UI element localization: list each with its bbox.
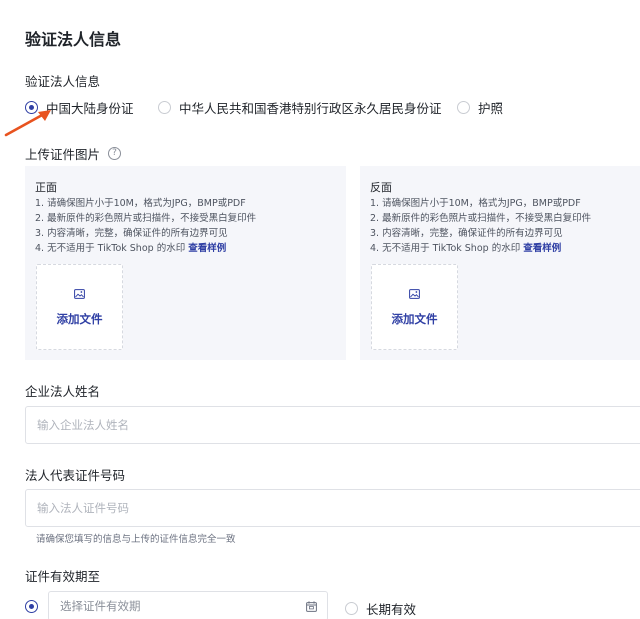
id-number-input[interactable]: 输入法人证件号码 xyxy=(25,489,640,527)
view-sample-link[interactable]: 查看样例 xyxy=(188,243,226,254)
requirement-item: 1. 请确保图片小于10M，格式为JPG，BMP或PDF xyxy=(370,198,581,209)
requirement-item: 2. 最新原件的彩色照片或扫描件，不接受黑白复印件 xyxy=(370,213,592,224)
id-type-radio-group: 中国大陆身份证 中华人民共和国香港特别行政区永久居民身份证 护照 xyxy=(25,98,635,116)
requirement-item: 4. 无不适用于 TikTok Shop 的水印 查看样例 xyxy=(35,241,256,256)
requirement-item: 1. 请确保图片小于10M，格式为JPG，BMP或PDF xyxy=(35,198,246,209)
image-icon xyxy=(74,289,85,299)
image-icon xyxy=(409,289,420,299)
verify-section-label: 验证法人信息 xyxy=(25,74,101,89)
id-number-label: 法人代表证件号码 xyxy=(25,468,126,483)
long-term-label: 长期有效 xyxy=(366,602,417,617)
calendar-icon[interactable] xyxy=(306,601,317,612)
view-sample-link[interactable]: 查看样例 xyxy=(523,243,561,254)
requirement-item: 2. 最新原件的彩色照片或扫描件，不接受黑白复印件 xyxy=(35,213,257,224)
validity-label: 证件有效期至 xyxy=(25,569,101,584)
radio-label: 护照 xyxy=(478,100,504,116)
date-placeholder: 选择证件有效期 xyxy=(60,599,141,613)
radio-unchecked-icon[interactable] xyxy=(158,100,171,114)
radio-unchecked-icon[interactable] xyxy=(457,100,470,114)
validity-date-radio[interactable] xyxy=(25,600,38,613)
card-title: 反面 xyxy=(370,181,392,194)
question-icon[interactable]: ? xyxy=(108,147,122,160)
requirements-list: 1. 请确保图片小于10M，格式为JPG，BMP或PDF 2. 最新原件的彩色照… xyxy=(35,196,256,256)
radio-option-hk-id[interactable]: 中华人民共和国香港特别行政区永久居民身份证 xyxy=(158,98,442,116)
upload-section-label: 上传证件图片 ? xyxy=(25,144,122,163)
upload-card-front: 正面 1. 请确保图片小于10M，格式为JPG，BMP或PDF 2. 最新原件的… xyxy=(25,166,346,360)
requirement-item: 4. 无不适用于 TikTok Shop 的水印 查看样例 xyxy=(370,241,591,256)
card-title: 正面 xyxy=(35,181,57,194)
validity-date-picker[interactable]: 选择证件有效期 xyxy=(48,591,328,619)
upload-label-text: 上传证件图片 xyxy=(25,147,101,162)
annotation-arrow-icon xyxy=(4,110,51,137)
requirement-text: 4. 无不适用于 TikTok Shop 的水印 xyxy=(35,243,189,254)
upload-dropzone-front[interactable]: 添加文件 xyxy=(36,264,123,350)
upload-card-back: 反面 1. 请确保图片小于10M，格式为JPG，BMP或PDF 2. 最新原件的… xyxy=(360,166,640,360)
add-file-label: 添加文件 xyxy=(56,312,103,326)
radio-label: 中华人民共和国香港特别行政区永久居民身份证 xyxy=(179,100,442,116)
legal-name-input[interactable]: 输入企业法人姓名 xyxy=(25,406,640,444)
requirement-item: 3. 内容清晰，完整，确保证件的所有边界可见 xyxy=(370,228,563,239)
id-number-hint: 请确保您填写的信息与上传的证件信息完全一致 xyxy=(36,534,236,545)
upload-dropzone-back[interactable]: 添加文件 xyxy=(371,264,458,350)
validity-row: 选择证件有效期 长期有效 xyxy=(25,591,635,619)
requirement-text: 4. 无不适用于 TikTok Shop 的水印 xyxy=(370,243,524,254)
radio-unchecked-icon[interactable] xyxy=(345,602,358,615)
requirements-list: 1. 请确保图片小于10M，格式为JPG，BMP或PDF 2. 最新原件的彩色照… xyxy=(370,196,591,256)
radio-option-passport[interactable]: 护照 xyxy=(457,98,503,116)
long-term-option[interactable]: 长期有效 xyxy=(345,599,416,618)
requirement-item: 3. 内容清晰，完整，确保证件的所有边界可见 xyxy=(35,228,228,239)
legal-name-label: 企业法人姓名 xyxy=(25,384,101,399)
page-title: 验证法人信息 xyxy=(25,30,122,49)
add-file-label: 添加文件 xyxy=(391,312,438,326)
